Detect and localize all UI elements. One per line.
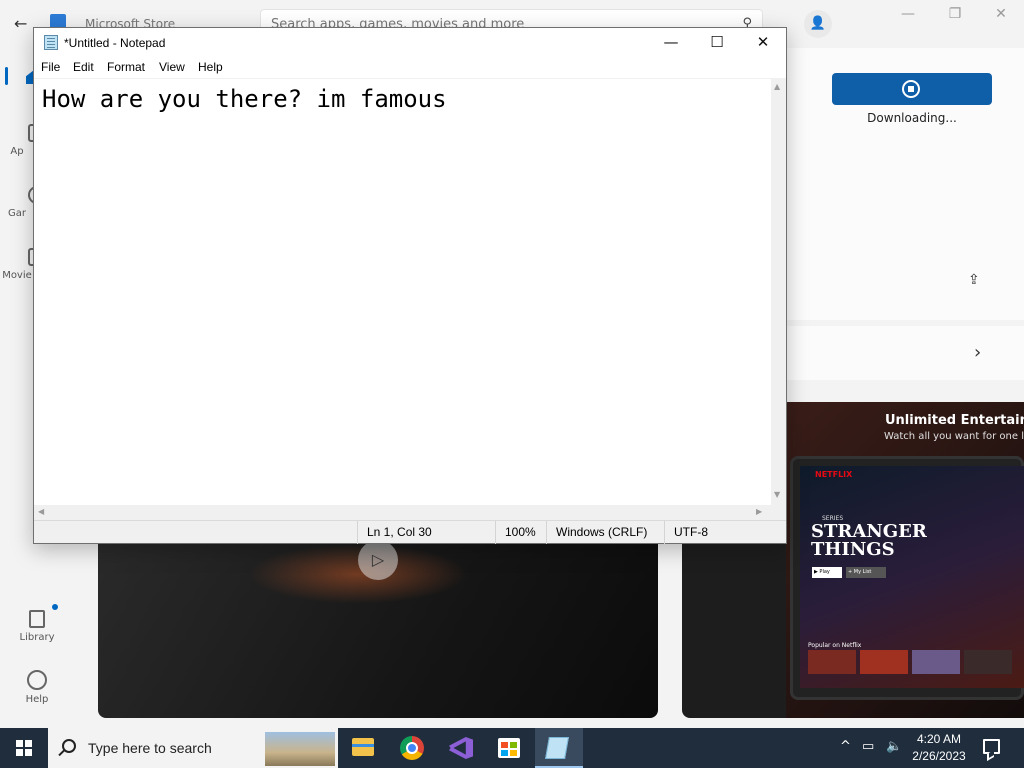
minimize-button[interactable]: — <box>648 28 694 57</box>
chevron-right-icon[interactable]: › <box>974 342 981 363</box>
menu-bar: File Edit Format View Help <box>34 58 786 78</box>
netflix-logo: NETFLIX <box>815 470 853 479</box>
library-icon <box>29 610 45 628</box>
nav-item-label: Library <box>19 632 55 643</box>
menu-edit[interactable]: Edit <box>73 60 94 74</box>
store-restore-button[interactable]: ❐ <box>940 6 970 26</box>
promo-title: Unlimited Entertainm <box>885 413 1024 428</box>
search-icon <box>62 739 76 753</box>
menu-file[interactable]: File <box>41 60 60 74</box>
scroll-down-arrow-icon[interactable]: ▼ <box>774 490 780 499</box>
tablet-mylist-button: + My List <box>846 567 886 578</box>
download-status: Downloading... <box>867 111 957 125</box>
tablet-play-button: ▶ Play <box>812 567 842 578</box>
maximize-button[interactable]: ☐ <box>694 28 740 57</box>
menu-format[interactable]: Format <box>107 60 145 74</box>
thumbnail <box>964 650 1012 674</box>
play-icon[interactable]: ▷ <box>358 540 398 580</box>
search-highlight-image[interactable] <box>265 732 335 766</box>
notepad-icon <box>545 737 569 759</box>
menu-view[interactable]: View <box>159 60 185 74</box>
scroll-left-arrow-icon[interactable]: ◀ <box>38 507 44 516</box>
volume-icon[interactable]: 🔈 <box>886 739 902 754</box>
thumbnail <box>860 650 908 674</box>
nav-item-help[interactable]: Help <box>0 670 74 705</box>
windows-logo-icon <box>16 740 32 756</box>
store-minimize-button[interactable]: — <box>893 6 923 26</box>
chrome-icon <box>400 736 424 760</box>
status-bar: Ln 1, Col 30 100% Windows (CRLF) UTF-8 <box>34 520 786 544</box>
clock-date: 2/26/2023 <box>912 749 966 763</box>
share-icon[interactable]: ⇪ <box>968 272 984 288</box>
clock-time: 4:20 AM <box>916 732 962 746</box>
section-header-panel[interactable] <box>786 326 1024 380</box>
nav-item-library[interactable]: Library <box>0 610 74 643</box>
back-arrow-icon[interactable]: ← <box>14 14 34 34</box>
store-close-button[interactable]: ✕ <box>986 6 1016 26</box>
scroll-right-arrow-icon[interactable]: ▶ <box>756 507 762 516</box>
taskbar-search-placeholder: Type here to search <box>88 740 212 756</box>
vertical-scrollbar[interactable] <box>771 78 786 505</box>
user-avatar-icon[interactable]: 👤 <box>804 10 832 38</box>
notepad-window: *Untitled - Notepad — ☐ ✕ File Edit Form… <box>33 27 787 544</box>
encoding: UTF-8 <box>664 521 786 544</box>
show-hidden-icons-chevron-icon[interactable]: ^ <box>840 739 851 754</box>
close-button[interactable]: ✕ <box>740 28 786 57</box>
window-title: *Untitled - Notepad <box>64 36 166 50</box>
horizontal-scrollbar[interactable] <box>34 505 771 520</box>
line-endings: Windows (CRLF) <box>546 521 664 544</box>
show-title: STRANGER THINGS <box>811 521 927 560</box>
zoom-level: 100% <box>495 521 546 544</box>
menu-help[interactable]: Help <box>198 60 223 74</box>
text-editor[interactable]: How are you there? im famous <box>34 78 771 505</box>
thumbnail <box>808 650 856 674</box>
taskbar-visual-studio[interactable] <box>437 728 485 768</box>
file-explorer-icon <box>352 738 374 756</box>
promo-subtitle: Watch all you want for one lov <box>884 431 1024 442</box>
clock[interactable]: 4:20 AM 2/26/2023 <box>905 731 973 765</box>
notification-center-icon[interactable] <box>983 739 1000 754</box>
notepad-titlebar[interactable]: *Untitled - Notepad — ☐ ✕ <box>34 28 786 58</box>
stop-download-icon[interactable] <box>902 80 920 98</box>
microsoft-store-icon <box>498 738 520 758</box>
start-button[interactable] <box>0 728 48 768</box>
taskbar: Type here to search ^ ▭ 🔈 4:20 AM 2/26/2… <box>0 728 1024 768</box>
thumbnail <box>912 650 960 674</box>
scrollbar-corner <box>771 505 786 520</box>
popular-row-title: Popular on Netflix <box>808 642 862 649</box>
notepad-app-icon[interactable] <box>44 35 58 50</box>
scroll-up-arrow-icon[interactable]: ▲ <box>774 82 780 91</box>
help-icon <box>27 670 47 690</box>
nav-selected-indicator <box>5 67 8 85</box>
screenshot-card[interactable] <box>682 544 786 718</box>
cursor-position: Ln 1, Col 30 <box>357 521 495 544</box>
nav-item-label: Help <box>25 694 49 705</box>
network-icon[interactable]: ▭ <box>862 739 874 754</box>
document-text[interactable]: How are you there? im famous <box>42 85 447 113</box>
